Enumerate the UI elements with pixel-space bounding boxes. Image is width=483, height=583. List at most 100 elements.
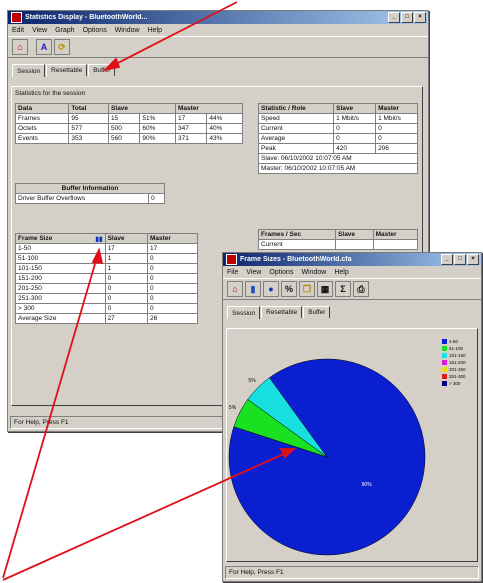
menu-options[interactable]: Options [269,269,293,276]
buffer-overflow-value: 0 [148,193,165,204]
frame-sizes-titlebar[interactable]: Frame Sizes - BluetoothWorld.cfa _ □ × [223,253,481,266]
row-label: Frames [14,113,70,124]
refresh-icon[interactable]: ⟳ [54,39,70,55]
legend-swatch [442,374,447,379]
menu-graph[interactable]: Graph [55,27,74,34]
cell: 0 [333,123,377,134]
cell: 51% [139,113,176,124]
legend-swatch [442,367,447,372]
maximize-button[interactable]: □ [454,254,466,265]
menu-options[interactable]: Options [83,27,107,34]
table-row: 201-250 0 0 [15,283,199,294]
pie-chart-icon[interactable]: ● [263,281,279,297]
row-label: > 300 [15,303,106,314]
cell: 0 [146,263,199,274]
close-button[interactable]: × [414,12,426,23]
cell [335,239,374,250]
sigma-icon[interactable]: Σ [335,281,351,297]
data-header: Data [14,103,70,114]
master-timestamp: Master: 06/10/2002 10:07:05 AM [258,163,418,174]
minimize-button[interactable]: _ [388,12,400,23]
tab-resettable[interactable]: Resettable [261,306,303,318]
row-label: 51-100 [15,253,106,264]
cell: 347 [174,123,208,134]
close-button[interactable]: × [467,254,479,265]
tab-buffer[interactable]: Buffer [88,64,116,76]
cell: 371 [174,133,208,144]
cell: 27 [104,313,148,324]
cell: 0 [104,283,148,294]
frames-per-sec-header: Frames / Sec [257,229,337,240]
cell: 40% [206,123,243,134]
table-row: Average Size 27 26 [15,313,199,324]
legend-swatch [442,353,447,358]
menu-view[interactable]: View [32,27,47,34]
master-header: Master [146,233,199,244]
legend-label: 101-150 [449,353,466,358]
chart-menu-bar: File View Options Window Help [223,266,481,278]
statistics-titlebar[interactable]: Statistics Display - BluetoothWorld... _… [8,11,428,24]
menu-view[interactable]: View [246,269,261,276]
tab-session[interactable]: Session [227,306,261,319]
cell: 15 [108,113,141,124]
master-header: Master [375,103,418,114]
table-row: Events 353 560 90% 371 43% [14,133,243,144]
print-icon[interactable]: ⎙ [353,281,369,297]
row-label: Octets [14,123,70,134]
cell: 1 Mbit/s [333,113,377,124]
menu-help[interactable]: Help [148,27,162,34]
window-title: Statistics Display - BluetoothWorld... [25,14,148,21]
legend-label: 151-200 [449,360,466,365]
percent-icon[interactable]: % [281,281,297,297]
home-icon[interactable]: ⌂ [12,39,28,55]
menu-window[interactable]: Window [115,27,140,34]
row-label: 251-300 [15,293,106,304]
copy-icon[interactable]: ❐ [299,281,315,297]
cell: 0 [375,123,418,134]
chart-pane: 90% 5% 5% 1-50 51-100 101-150 151-200 201-250 25… [226,328,478,562]
chart-toolbar: ⌂ ▮ ● % ❐ ▦ Σ ⎙ [223,278,481,300]
cell [372,239,419,250]
tab-resettable[interactable]: Resettable [46,64,88,76]
chart-tab-strip: Session Resettable Buffer [223,303,481,319]
menu-edit[interactable]: Edit [12,27,24,34]
legend-label: > 300 [449,381,461,386]
bar-chart-icon[interactable]: ▮▮ [95,235,102,243]
minimize-button[interactable]: _ [441,254,453,265]
cell: 420 [333,143,377,154]
legend-label: 1-50 [449,339,459,344]
menu-window[interactable]: Window [301,269,326,276]
row-label: 1-50 [15,243,106,254]
tab-session[interactable]: Session [12,64,46,77]
buffer-info-title: Buffer Information [15,183,165,194]
font-icon[interactable]: A [36,39,52,55]
slave-header: Slave [104,233,148,244]
cell: 17 [174,113,208,124]
cell: 1 [104,263,148,274]
chart-window-title: Frame Sizes - BluetoothWorld.cfa [240,256,352,263]
cell: 1 Mbit/s [375,113,418,124]
tab-buffer[interactable]: Buffer [303,306,331,318]
frame-size-table: Frame Size ▮▮ Slave Master 1-50 17 17 51-1… [15,233,199,324]
tab-strip: Session Resettable Buffer [8,61,428,77]
cell: 26 [146,313,199,324]
maximize-button[interactable]: □ [401,12,413,23]
menu-file[interactable]: File [227,269,238,276]
bar-chart-icon[interactable]: ▮ [245,281,261,297]
cell: 353 [68,133,110,144]
table-row: Speed 1 Mbit/s 1 Mbit/s [257,113,418,124]
table-icon[interactable]: ▦ [317,281,333,297]
home-icon[interactable]: ⌂ [227,281,243,297]
total-header: Total [68,103,110,114]
buffer-overflow-label: Driver Buffer Overflows [14,193,150,204]
app-icon [226,254,237,265]
cell: 17 [104,243,148,254]
cell: 60% [139,123,176,134]
slice-label: 5% [229,405,237,411]
legend-label: 201-250 [449,367,466,372]
frame-size-header: Frame Size ▮▮ [15,233,106,244]
master-header: Master [175,103,243,114]
cell: 0 [146,253,199,264]
table-row: Average 0 0 [257,133,418,144]
menu-help[interactable]: Help [334,269,348,276]
